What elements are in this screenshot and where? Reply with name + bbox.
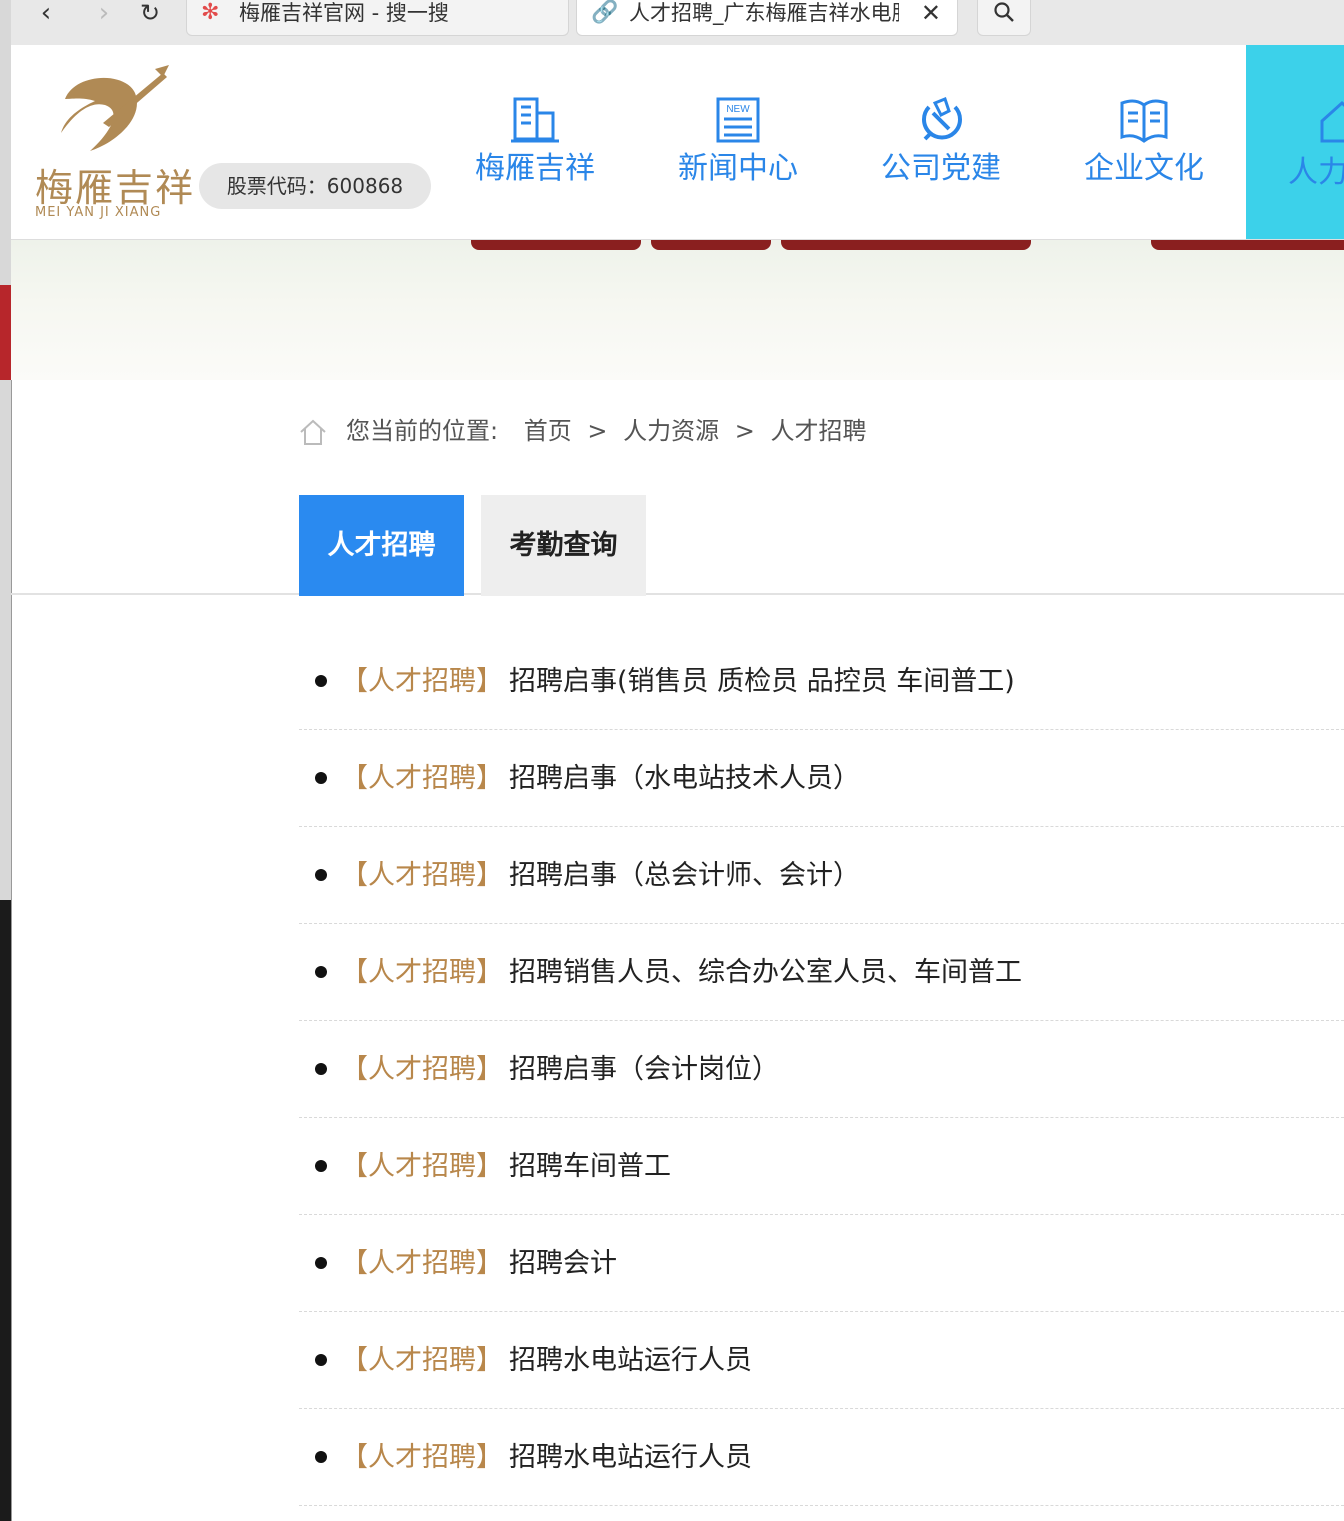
list-item[interactable]: 【人才招聘】 招聘启事(销售员 质检员 品控员 车间普工) [299, 633, 1344, 730]
list-item-tag[interactable]: 【人才招聘】 [341, 1021, 503, 1118]
nav-label: 企业文化 [1084, 151, 1204, 186]
list-item-title[interactable]: 招聘启事（总会计师、会计） [509, 827, 860, 924]
nav-item-meiyanjixiang[interactable]: 梅雁吉祥 [445, 95, 625, 189]
party-emblem-icon [922, 97, 962, 141]
bullet [315, 1354, 327, 1366]
link-icon: 🔗 [591, 0, 619, 25]
hero-banner [11, 240, 1344, 380]
list-item-title[interactable]: 招聘启事（水电站技术人员） [509, 730, 860, 827]
nav-label: 公司党建 [881, 151, 1001, 186]
logo-bird-icon [61, 65, 169, 151]
breadcrumb-home[interactable]: 首页 [524, 417, 572, 445]
banner-graphic [1151, 240, 1344, 250]
job-list: 【人才招聘】 招聘启事(销售员 质检员 品控员 车间普工) 【人才招聘】 招聘启事（… [299, 633, 1344, 1506]
bullet [315, 1160, 327, 1172]
site-header: 梅雁吉祥 MEI YAN JI XIANG 股票代码：600868 梅雁吉祥 N… [11, 45, 1344, 240]
sogou-flower-icon: ✻ [201, 0, 220, 25]
list-item[interactable]: 【人才招聘】 招聘水电站运行人员 [299, 1409, 1344, 1506]
logo-english-text: MEI YAN JI XIANG [35, 205, 162, 220]
list-item-title[interactable]: 招聘会计 [509, 1215, 617, 1312]
breadcrumb-hr[interactable]: 人力资源 [623, 417, 719, 445]
list-item[interactable]: 【人才招聘】 招聘水电站运行人员 [299, 1312, 1344, 1409]
stock-code-badge: 股票代码：600868 [199, 163, 431, 209]
svg-text:NEW: NEW [726, 104, 750, 115]
list-item-title[interactable]: 招聘销售人员、综合办公室人员、车间普工 [509, 924, 1022, 1021]
bullet [315, 966, 327, 978]
list-item[interactable]: 【人才招聘】 招聘会计 [299, 1215, 1344, 1312]
list-item[interactable]: 【人才招聘】 招聘车间普工 [299, 1118, 1344, 1215]
list-item-title[interactable]: 招聘水电站运行人员 [509, 1312, 752, 1409]
nav-item-hr[interactable]: 人力 [1246, 45, 1344, 239]
list-item-tag[interactable]: 【人才招聘】 [341, 1409, 503, 1506]
breadcrumb-current[interactable]: 人才招聘 [771, 417, 867, 445]
list-item-tag[interactable]: 【人才招聘】 [341, 1312, 503, 1409]
bullet [315, 1063, 327, 1075]
list-item-tag[interactable]: 【人才招聘】 [341, 827, 503, 924]
list-item-tag[interactable]: 【人才招聘】 [341, 924, 503, 1021]
bullet [315, 1257, 327, 1269]
browser-tab-current[interactable]: 🔗 人才招聘_广东梅雁吉祥水电股 ✕ [576, 0, 958, 36]
list-item-tag[interactable]: 【人才招聘】 [341, 1215, 503, 1312]
tab-label: 人才招聘_广东梅雁吉祥水电股 [629, 1, 899, 25]
logo-chinese-text: 梅雁吉祥 [35, 166, 196, 210]
news-icon: NEW [716, 97, 760, 143]
list-item[interactable]: 【人才招聘】 招聘启事（总会计师、会计） [299, 827, 1344, 924]
home-icon[interactable] [298, 417, 328, 447]
banner-graphic [651, 240, 771, 250]
nav-label: 人力 [1288, 155, 1344, 190]
close-icon[interactable]: ✕ [921, 0, 941, 26]
list-item-title[interactable]: 招聘水电站运行人员 [509, 1409, 752, 1506]
bullet [315, 675, 327, 687]
list-item[interactable]: 【人才招聘】 招聘启事（水电站技术人员） [299, 730, 1344, 827]
refresh-icon[interactable]: ↻ [135, 0, 165, 30]
nav-label: 梅雁吉祥 [475, 151, 595, 186]
nav-label: 新闻中心 [678, 151, 798, 186]
breadcrumb-separator: > [587, 417, 608, 445]
browser-tab-search[interactable]: ✻ 梅雁吉祥官网 - 搜一搜 [186, 0, 569, 36]
bullet [315, 869, 327, 881]
list-item-tag[interactable]: 【人才招聘】 [341, 1118, 503, 1215]
subtabs-divider [11, 593, 1344, 595]
tab-attendance[interactable]: 考勤查询 [481, 495, 646, 596]
breadcrumb-separator: > [734, 417, 755, 445]
building-icon [511, 97, 559, 143]
browser-tab-bar: ‹ › ↻ ✻ 梅雁吉祥官网 - 搜一搜 🔗 人才招聘_广东梅雁吉祥水电股 ✕ [11, 0, 1344, 46]
list-item[interactable]: 【人才招聘】 招聘启事（会计岗位） [299, 1021, 1344, 1118]
bullet [315, 1451, 327, 1463]
list-item-title[interactable]: 招聘启事（会计岗位） [509, 1021, 779, 1118]
back-icon[interactable]: ‹ [31, 0, 61, 30]
bullet [315, 772, 327, 784]
search-icon[interactable] [977, 0, 1031, 36]
nav-item-news[interactable]: NEW 新闻中心 [648, 95, 828, 189]
list-item-tag[interactable]: 【人才招聘】 [341, 730, 503, 827]
banner-graphic [471, 240, 641, 250]
nav-item-party[interactable]: 公司党建 [851, 95, 1031, 189]
list-item-tag[interactable]: 【人才招聘】 [341, 633, 503, 730]
breadcrumb-prefix: 您当前的位置: [346, 417, 499, 445]
breadcrumb: 您当前的位置: 首页 > 人力资源 > 人才招聘 [298, 412, 867, 450]
list-item-title[interactable]: 招聘启事(销售员 质检员 品控员 车间普工) [509, 633, 1015, 730]
house-icon [1320, 100, 1344, 143]
tab-recruitment[interactable]: 人才招聘 [299, 495, 464, 596]
edge-dark-strip [0, 900, 11, 1521]
edge-red-strip [0, 285, 11, 380]
book-icon [1120, 99, 1168, 143]
nav-item-culture[interactable]: 企业文化 [1054, 95, 1234, 189]
list-item[interactable]: 【人才招聘】 招聘销售人员、综合办公室人员、车间普工 [299, 924, 1344, 1021]
forward-icon[interactable]: › [89, 0, 119, 30]
list-item-title[interactable]: 招聘车间普工 [509, 1118, 671, 1215]
tab-label: 梅雁吉祥官网 - 搜一搜 [239, 1, 449, 25]
banner-graphic [781, 240, 1031, 250]
